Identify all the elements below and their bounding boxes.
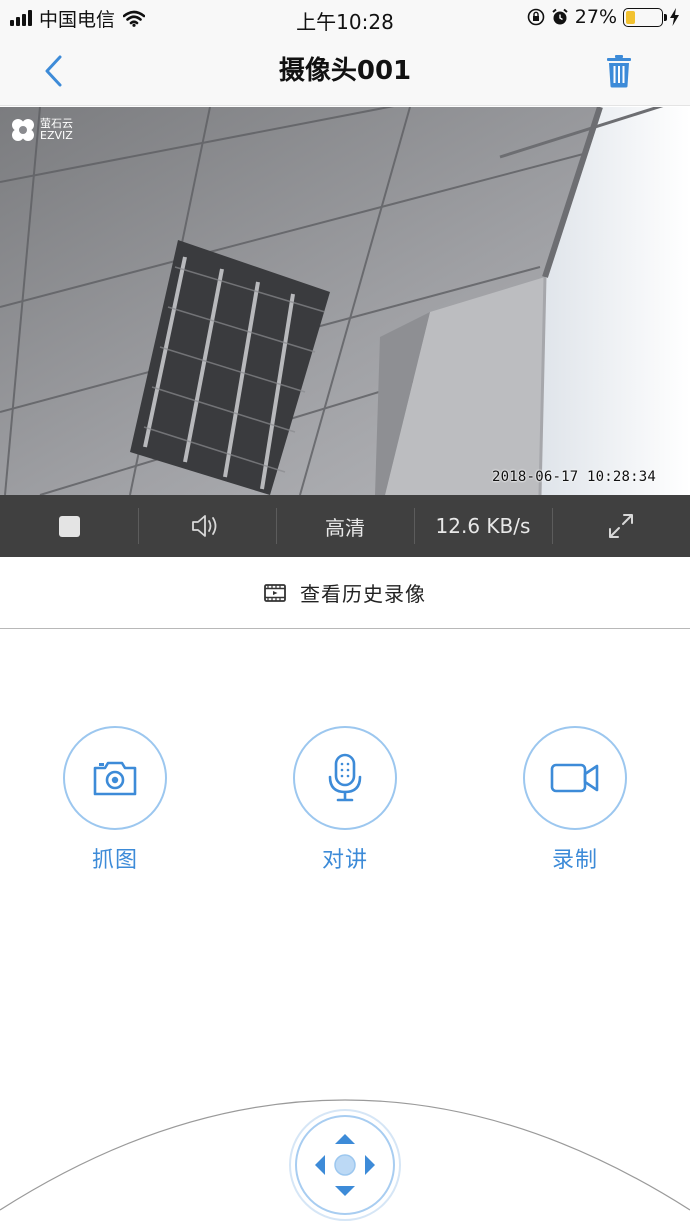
stop-icon — [58, 515, 80, 537]
video-control-bar: 高清 12.6 KB/s — [0, 495, 690, 557]
intercom-button[interactable] — [293, 726, 397, 830]
history-label: 查看历史录像 — [300, 582, 426, 606]
status-right: 27% — [521, 6, 680, 28]
microphone-icon — [328, 753, 362, 802]
intercom-label: 对讲 — [321, 848, 368, 873]
video-camera-icon — [550, 763, 599, 793]
live-video[interactable]: 萤石云 EZVIZ 2018-06-17 10:28:34 — [0, 107, 690, 495]
stop-button[interactable] — [0, 495, 138, 557]
fullscreen-icon — [609, 514, 633, 538]
sound-button[interactable] — [138, 495, 276, 557]
chevron-left-icon — [45, 55, 62, 87]
bitrate-label: 12.6 KB/s — [435, 514, 531, 538]
record-button[interactable] — [523, 726, 627, 830]
ezviz-logo: 萤石云 EZVIZ — [10, 117, 73, 143]
capture-button[interactable] — [63, 726, 167, 830]
video-timestamp: 2018-06-17 10:28:34 — [492, 469, 656, 485]
alarm-icon — [552, 8, 568, 25]
camera-icon — [93, 761, 137, 796]
ezviz-logo-icon — [12, 119, 34, 141]
capture-label: 抓图 — [91, 848, 138, 873]
delete-button[interactable] — [604, 54, 634, 88]
battery-icon — [623, 7, 667, 27]
capture-action[interactable]: 抓图 — [63, 726, 167, 874]
back-button[interactable] — [38, 52, 72, 90]
history-recording-button[interactable]: 查看历史录像 — [0, 557, 690, 629]
logo-text-en: EZVIZ — [40, 129, 73, 142]
record-label: 录制 — [551, 848, 598, 873]
battery-percent: 27% — [574, 6, 617, 28]
ptz-center-knob[interactable] — [334, 1154, 356, 1176]
camera-feed-image — [0, 107, 690, 495]
status-bar: 中国电信 上午10:28 27% — [0, 0, 690, 36]
speaker-icon — [192, 515, 217, 537]
record-action[interactable]: 录制 — [523, 726, 627, 874]
direction-pad[interactable] — [288, 1108, 402, 1222]
intercom-action[interactable]: 对讲 — [293, 726, 397, 874]
page-title: 摄像头001 — [278, 56, 412, 86]
quality-button[interactable]: 高清 — [276, 495, 414, 557]
trash-icon — [607, 55, 631, 88]
orientation-lock-icon — [527, 8, 545, 26]
navigation-bar: 摄像头001 — [0, 36, 690, 106]
charging-icon — [670, 8, 679, 26]
film-icon — [264, 583, 286, 602]
fullscreen-button[interactable] — [552, 495, 690, 557]
